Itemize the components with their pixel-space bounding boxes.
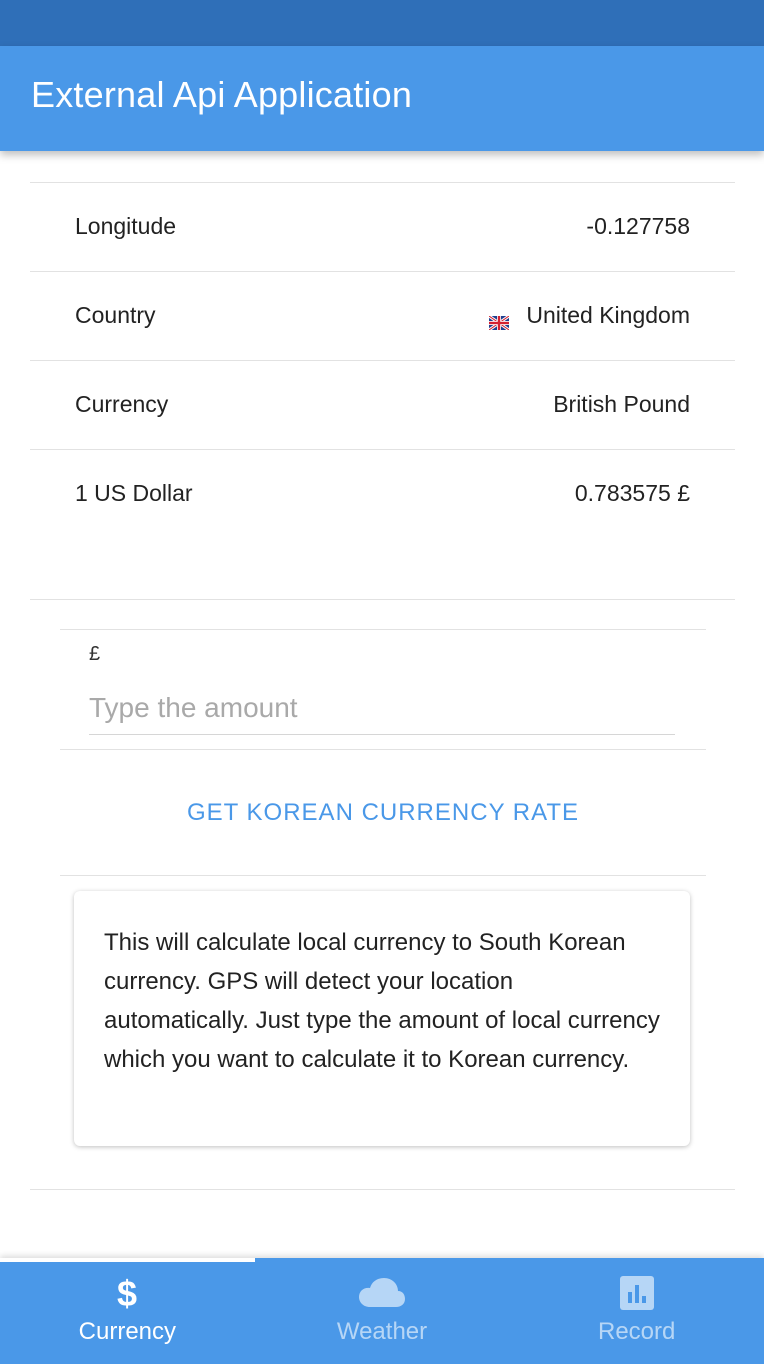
tab-currency[interactable]: $ Currency xyxy=(0,1258,255,1364)
info-card-text: This will calculate local currency to So… xyxy=(104,929,660,1073)
tab-weather-label: Weather xyxy=(336,1318,428,1345)
status-bar xyxy=(0,0,764,46)
info-row-currency: Currency British Pound xyxy=(30,361,735,450)
currency-label: Currency xyxy=(75,391,169,417)
divider xyxy=(60,875,706,876)
divider xyxy=(60,749,706,750)
tab-record-label: Record xyxy=(597,1318,676,1345)
tab-weather[interactable]: Weather xyxy=(255,1258,510,1364)
currency-symbol: £ xyxy=(89,643,101,665)
tab-record[interactable]: Record xyxy=(509,1258,764,1364)
divider xyxy=(30,1189,735,1190)
divider xyxy=(30,599,735,600)
usd-rate-label: 1 US Dollar xyxy=(75,480,193,506)
amount-input[interactable] xyxy=(89,681,675,735)
bar-chart-icon xyxy=(619,1274,654,1312)
usd-rate-value: 0.783575 £ xyxy=(574,480,690,506)
divider xyxy=(60,629,706,630)
info-card: This will calculate local currency to So… xyxy=(74,891,690,1146)
country-value: United Kingdom xyxy=(526,302,690,328)
app-title: External Api Application xyxy=(31,74,413,115)
longitude-label: Longitude xyxy=(75,213,177,239)
currency-content: Longitude -0.127758 Country United Kingd… xyxy=(0,151,764,1258)
active-tab-indicator xyxy=(0,1258,255,1262)
info-row-country: Country United Kingdom xyxy=(30,272,735,361)
dollar-icon: $ xyxy=(114,1274,140,1312)
app-bar: External Api Application xyxy=(0,46,764,151)
tab-currency-label: Currency xyxy=(78,1318,177,1345)
get-korean-rate-button[interactable]: GET KOREAN CURRENCY RATE xyxy=(60,791,706,835)
country-label: Country xyxy=(75,302,156,328)
currency-value: British Pound xyxy=(553,391,690,417)
info-row-usd-rate: 1 US Dollar 0.783575 £ xyxy=(30,450,735,539)
svg-text:$: $ xyxy=(117,1274,137,1312)
longitude-value: -0.127758 xyxy=(586,213,690,239)
bottom-tab-bar: $ Currency Weather Record xyxy=(0,1258,764,1364)
cloud-icon xyxy=(358,1274,406,1312)
uk-flag-icon xyxy=(488,309,511,331)
info-row-longitude: Longitude -0.127758 xyxy=(30,183,735,272)
country-value-wrap: United Kingdom xyxy=(488,302,690,331)
